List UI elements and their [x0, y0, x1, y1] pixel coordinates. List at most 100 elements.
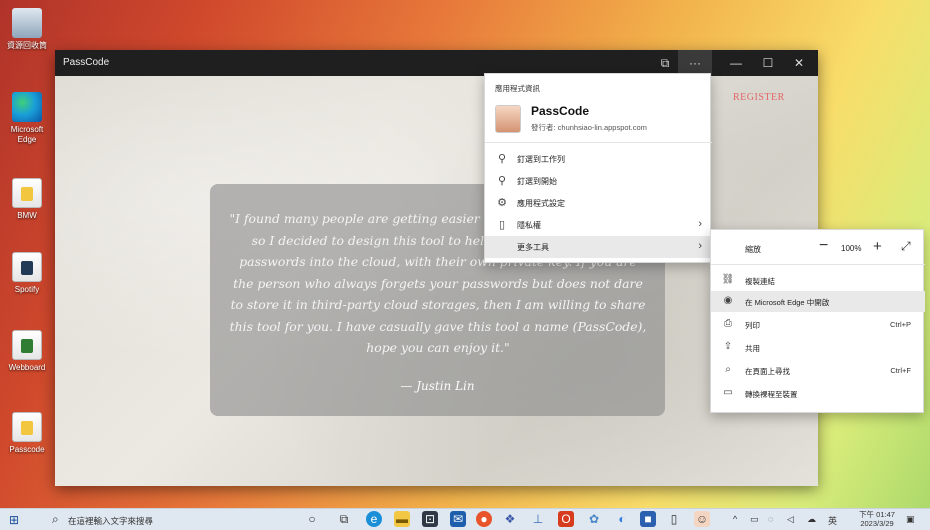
task-view-icon[interactable]: ⧉ — [336, 511, 352, 527]
app-icon[interactable]: ✿ — [586, 511, 602, 527]
desktop-icon-spotify[interactable]: Spotify — [4, 252, 50, 295]
taskbar-search-input[interactable]: 在這裡輸入文字來搜尋 — [68, 515, 153, 527]
cast-icon: ▭ — [723, 387, 733, 398]
menu-item-label: 更多工具 — [517, 243, 549, 252]
desktop-icon-label: Spotify — [14, 285, 40, 294]
menu-item-label: 隱私權 — [517, 221, 541, 230]
pin-icon: ⚲ — [497, 153, 507, 165]
desktop-icon-passcode[interactable]: Passcode — [4, 412, 50, 455]
minimize-button[interactable]: — — [719, 50, 753, 76]
app-icon[interactable]: ▯ — [666, 511, 682, 527]
zoom-label: 縮放 — [745, 245, 761, 254]
edge-icon — [12, 92, 42, 122]
mail-icon[interactable]: ✉ — [450, 511, 466, 527]
menu-item-label: 釘選到工作列 — [517, 155, 565, 164]
app-icon[interactable]: ■ — [640, 511, 656, 527]
cortana-icon[interactable]: ○ — [304, 511, 320, 527]
settings-icon: ⚙ — [497, 197, 507, 209]
desktop-icon-label: 資源回收筒 — [7, 41, 47, 50]
submenu-item-print[interactable]: ⎙ 列印 Ctrl+P — [711, 314, 925, 335]
edge-icon: ◉ — [723, 295, 733, 306]
maximize-button[interactable]: ☐ — [751, 50, 785, 76]
submenu-item-cast[interactable]: ▭ 轉換裸程至裝置 — [711, 383, 925, 404]
office-icon[interactable]: O — [558, 511, 574, 527]
app-icon[interactable]: ⊥ — [530, 511, 546, 527]
file-explorer-icon[interactable]: ▬ — [394, 511, 410, 527]
desktop-icon-label: Microsoft Edge — [10, 125, 44, 144]
shortcut-label: Ctrl+F — [890, 366, 911, 375]
quote-author: — Justin Lin — [400, 379, 475, 393]
file-icon — [12, 178, 42, 208]
menu-divider — [711, 264, 925, 265]
submenu-item-find[interactable]: ⌕ 在頁面上尋找 Ctrl+F — [711, 360, 925, 381]
link-icon: ⛓ — [721, 274, 735, 285]
submenu-item-open-in-edge[interactable]: ◉ 在 Microsoft Edge 中開啟 — [711, 291, 925, 312]
clock-time: 下午 01:47 — [859, 510, 895, 519]
menu-divider — [485, 142, 712, 143]
chevron-right-icon: › — [698, 218, 702, 230]
zoom-in-button[interactable]: + — [873, 238, 882, 255]
submenu-item-label: 列印 — [745, 321, 760, 330]
desktop-icon-label: Webboard — [8, 363, 46, 372]
app-menu: 應用程式資訊 PassCode 發行者: chunhsiao-lin.appsp… — [484, 73, 712, 263]
menu-item-label: 應用程式設定 — [517, 199, 565, 208]
print-icon: ⎙ — [724, 318, 732, 329]
submenu-item-label: 在頁面上尋找 — [745, 367, 790, 376]
windows-start-icon[interactable]: ⊞ — [9, 513, 19, 527]
input-method[interactable]: 英 — [828, 514, 837, 527]
menu-header: 應用程式資訊 — [495, 84, 540, 93]
find-icon: ⌕ — [725, 364, 731, 375]
zoom-value: 100% — [841, 244, 862, 253]
taskbar: ⊞ ⌕ 在這裡輸入文字來搜尋 ○ ⧉ e ▬ ⊡ ✉ ● ❖ ⊥ O ✿ ◐ ■… — [0, 508, 930, 530]
submenu-item-label: 複製連結 — [745, 277, 775, 286]
desktop-icon-label: BMW — [17, 211, 37, 220]
share-icon: ⇪ — [723, 341, 733, 352]
desktop-icon-bmw[interactable]: BMW — [4, 178, 50, 221]
dropbox-icon[interactable]: ❖ — [502, 511, 518, 527]
submenu-item-label: 在 Microsoft Edge 中開啟 — [745, 298, 830, 307]
shortcut-label: Ctrl+P — [889, 320, 911, 329]
privacy-icon: ▯ — [498, 219, 506, 231]
menu-item-app-settings[interactable]: ⚙ 應用程式設定 — [485, 192, 712, 214]
passcode-taskbar-icon[interactable]: ☺ — [694, 511, 710, 527]
desktop-icon-recycle-bin[interactable]: 資源回收筒 — [4, 8, 50, 51]
submenu-item-copy-link[interactable]: ⛓ 複製連結 — [711, 270, 925, 291]
volume-icon[interactable]: ◁ — [787, 514, 794, 525]
menu-item-privacy[interactable]: ▯ 隱私權 › — [485, 214, 712, 236]
menu-item-pin-taskbar[interactable]: ⚲ 釘選到工作列 — [485, 148, 712, 170]
submenu-item-share[interactable]: ⇪ 共用 — [711, 337, 925, 358]
submenu-item-label: 轉換裸程至裝置 — [745, 390, 798, 399]
store-icon[interactable]: ⊡ — [422, 511, 438, 527]
close-button[interactable]: ✕ — [782, 50, 816, 76]
menu-item-pin-start[interactable]: ⚲ 釘選到開始 — [485, 170, 712, 192]
more-tools-submenu: 縮放 − 100% + ⤢ ⛓ 複製連結 ◉ 在 Microsoft Edge … — [710, 229, 925, 413]
desktop-icon-label: Passcode — [9, 445, 45, 454]
search-icon[interactable]: ⌕ — [52, 512, 59, 527]
recycle-bin-icon — [12, 8, 42, 38]
fullscreen-icon[interactable]: ⤢ — [901, 239, 911, 254]
desktop-icon-edge[interactable]: Microsoft Edge — [4, 92, 50, 145]
register-link[interactable]: REGISTER — [733, 92, 785, 103]
pin-icon: ⚲ — [497, 175, 507, 187]
notification-icon[interactable]: ▣ — [906, 514, 915, 525]
battery-icon[interactable]: ▭ — [750, 514, 759, 525]
clock-date: 2023/3/29 — [860, 519, 894, 528]
app-name: PassCode — [531, 104, 590, 118]
desktop-icon-webboard[interactable]: Webboard — [4, 330, 50, 373]
app-avatar — [495, 105, 521, 133]
menu-item-label: 釘選到開始 — [517, 177, 557, 186]
file-icon — [12, 252, 42, 282]
weather-icon[interactable]: ☁ — [807, 514, 816, 525]
menu-item-more-tools[interactable]: 更多工具 › — [485, 236, 712, 258]
chevron-right-icon: › — [698, 240, 702, 252]
app-icon[interactable]: ◐ — [614, 511, 630, 527]
network-icon[interactable]: ◌ — [768, 514, 773, 524]
zoom-out-button[interactable]: − — [819, 237, 828, 255]
file-icon — [12, 412, 42, 442]
app-publisher: 發行者: chunhsiao-lin.appspot.com — [531, 123, 647, 132]
window-title: PassCode — [63, 57, 110, 68]
firefox-icon[interactable]: ● — [476, 511, 492, 527]
edge-icon[interactable]: e — [366, 511, 382, 527]
system-clock[interactable]: 下午 01:47 2023/3/29 — [855, 510, 899, 528]
chevron-up-icon[interactable]: ^ — [733, 514, 737, 524]
